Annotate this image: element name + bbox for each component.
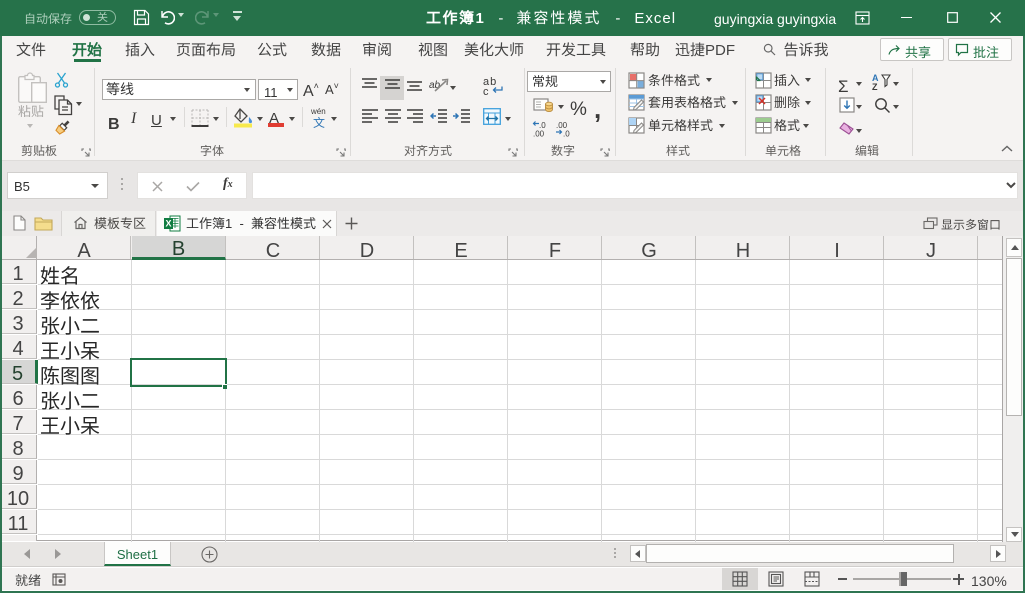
svg-text:.0: .0 (563, 130, 570, 139)
svg-text:X: X (166, 219, 172, 229)
svg-text:.00: .00 (533, 130, 545, 139)
